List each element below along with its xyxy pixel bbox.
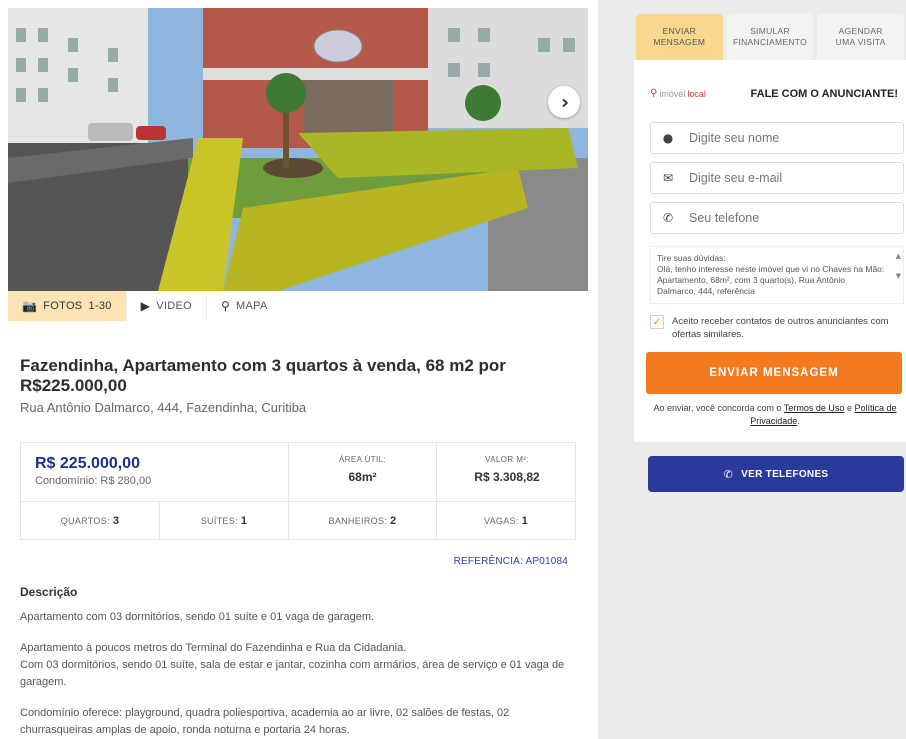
area-value: 68m² xyxy=(348,470,377,484)
phone-field[interactable]: ✆ xyxy=(650,202,904,234)
sqm-cell: VALOR M²: R$ 3.308,82 xyxy=(437,443,577,502)
tab-line: FINANCIAMENTO xyxy=(732,37,808,47)
description-title: Descrição xyxy=(20,585,78,599)
tab-schedule-visit[interactable]: AGENDAR UMA VISITA xyxy=(817,14,905,60)
tab-line: UMA VISITA xyxy=(835,37,886,47)
consent-checkbox[interactable]: ✓ xyxy=(650,315,664,329)
reference-code: REFERÊNCIA: AP01084 xyxy=(453,556,568,567)
tab-line: MENSAGEM xyxy=(653,37,706,47)
listing-column: › 📷 FOTOS 1-30 ▶ VIDEO ⚲ MAPA Fazendinha… xyxy=(0,0,598,739)
feature-label: BANHEIROS: xyxy=(328,516,388,526)
contact-tabs: ENVIAR MENSAGEM SIMULAR FINANCIAMENTO AGEN… xyxy=(636,14,905,60)
tab-line: ENVIAR xyxy=(662,26,697,36)
brand-text-b: local xyxy=(687,88,706,99)
brand-text-a: imóvel xyxy=(659,88,686,99)
map-pin-icon: ⚲ xyxy=(650,88,658,99)
sqm-value: R$ 3.308,82 xyxy=(474,470,540,484)
tab-send-message[interactable]: ENVIAR MENSAGEM xyxy=(636,14,723,60)
tab-photos-label: FOTOS xyxy=(43,300,83,312)
scroll-down-icon: ▼ xyxy=(895,272,901,280)
message-label: Tire suas dúvidas: xyxy=(657,253,726,263)
feature-bathrooms: BANHEIROS: 2 xyxy=(289,502,437,540)
terms-of-use-link[interactable]: Termos de Uso xyxy=(784,403,845,413)
listing-info-box: R$ 225.000,00 Condomínio: R$ 280,00 ÁREA… xyxy=(20,442,576,540)
feature-parking: VAGAS: 1 xyxy=(437,502,575,540)
tab-photos-count: 1-30 xyxy=(88,300,112,312)
area-label: ÁREA ÚTIL: xyxy=(338,455,387,464)
user-icon: ● xyxy=(662,131,674,145)
property-photo[interactable] xyxy=(8,8,588,291)
message-text: Olá, tenho interesse neste imóvel que vi… xyxy=(657,264,885,296)
contact-form: ⚲ imóvellocal FALE COM O ANUNCIANTE! ● ✉… xyxy=(634,60,906,442)
check-icon: ✓ xyxy=(652,316,662,328)
tab-simulate-financing[interactable]: SIMULAR FINANCIAMENTO xyxy=(726,14,814,60)
map-pin-icon: ⚲ xyxy=(220,299,231,313)
tab-video[interactable]: ▶ VIDEO xyxy=(127,291,207,321)
email-input[interactable] xyxy=(689,171,889,185)
consent-label: Aceito receber contatos de outros anunci… xyxy=(672,316,889,340)
view-phones-label: VER TELEFONES xyxy=(741,468,829,480)
listing-title: Fazendinha, Apartamento com 3 quartos à … xyxy=(20,356,506,395)
feature-label: QUARTOS: xyxy=(60,516,110,526)
feature-label: VAGAS: xyxy=(483,516,519,526)
message-textarea[interactable]: Tire suas dúvidas: Olá, tenho interesse … xyxy=(650,246,904,304)
chevron-right-icon: › xyxy=(560,90,570,114)
info-row-features: QUARTOS: 3 SUÍTES: 1 BANHEIROS: 2 VAGAS: 1 xyxy=(21,502,575,540)
tab-line: AGENDAR xyxy=(838,26,883,36)
terms-and: e xyxy=(846,403,852,413)
terms-notice: Ao enviar, você concorda com o Termos de… xyxy=(644,402,906,428)
contact-column: ENVIAR MENSAGEM SIMULAR FINANCIAMENTO AGEN… xyxy=(598,0,906,739)
tab-photos[interactable]: 📷 FOTOS 1-30 xyxy=(8,291,127,321)
description-paragraph: Com 03 dormitórios, sendo 01 suíte, sala… xyxy=(20,659,565,688)
play-icon: ▶ xyxy=(140,299,151,313)
description-body: Apartamento com 03 dormitórios, sendo 01… xyxy=(20,609,580,739)
price-cell: R$ 225.000,00 Condomínio: R$ 280,00 xyxy=(21,443,289,502)
textarea-scrollbar[interactable]: ▲ ▼ xyxy=(896,251,901,281)
email-field[interactable]: ✉ xyxy=(650,162,904,194)
phone-icon: ✆ xyxy=(723,467,734,481)
description-paragraph: Apartamento com 03 dormitórios, sendo 01… xyxy=(20,611,375,623)
contact-heading: FALE COM O ANUNCIANTE! xyxy=(750,88,898,100)
media-tabs: 📷 FOTOS 1-30 ▶ VIDEO ⚲ MAPA xyxy=(8,291,282,321)
advertiser-logo: ⚲ imóvel local xyxy=(650,88,706,99)
next-photo-button[interactable]: › xyxy=(548,86,580,118)
tab-map[interactable]: ⚲ MAPA xyxy=(207,291,282,321)
feature-value: 1 xyxy=(240,515,248,527)
phone-icon: ✆ xyxy=(662,211,674,225)
feature-bedrooms: QUARTOS: 3 xyxy=(21,502,160,540)
feature-suites: SUÍTES: 1 xyxy=(160,502,289,540)
view-phones-button[interactable]: ✆ VER TELEFONES xyxy=(648,456,904,492)
listing-price: R$ 225.000,00 xyxy=(35,455,140,472)
terms-prefix: Ao enviar, você concorda com o xyxy=(653,403,782,413)
info-row-price: R$ 225.000,00 Condomínio: R$ 280,00 ÁREA… xyxy=(21,443,575,502)
tab-line: SIMULAR xyxy=(750,26,790,36)
feature-value: 1 xyxy=(521,515,529,527)
description-paragraph: Condomínio oferece: playground, quadra p… xyxy=(20,707,510,736)
property-photo-drawing xyxy=(8,8,588,291)
condo-fee: Condomínio: R$ 280,00 xyxy=(35,475,152,487)
feature-value: 3 xyxy=(112,515,120,527)
tab-map-label: MAPA xyxy=(236,300,268,312)
sqm-label: VALOR M²: xyxy=(485,455,529,464)
name-input[interactable] xyxy=(689,131,889,145)
phone-input[interactable] xyxy=(689,211,889,225)
listing-address: Rua Antônio Dalmarco, 444, Fazendinha, C… xyxy=(20,400,307,415)
feature-label: SUÍTES: xyxy=(200,516,238,526)
area-cell: ÁREA ÚTIL: 68m² xyxy=(289,443,437,502)
camera-icon: 📷 xyxy=(22,299,38,313)
name-field[interactable]: ● xyxy=(650,122,904,154)
tab-video-label: VIDEO xyxy=(156,300,192,312)
envelope-icon: ✉ xyxy=(662,171,674,185)
terms-suffix: . xyxy=(797,416,800,426)
send-message-button[interactable]: ENVIAR MENSAGEM xyxy=(646,352,902,394)
consent-row: ✓ Aceito receber contatos de outros anun… xyxy=(650,315,904,341)
scroll-up-icon: ▲ xyxy=(895,252,901,260)
feature-value: 2 xyxy=(390,515,397,527)
description-paragraph: Apartamento à poucos metros do Terminal … xyxy=(20,642,407,654)
